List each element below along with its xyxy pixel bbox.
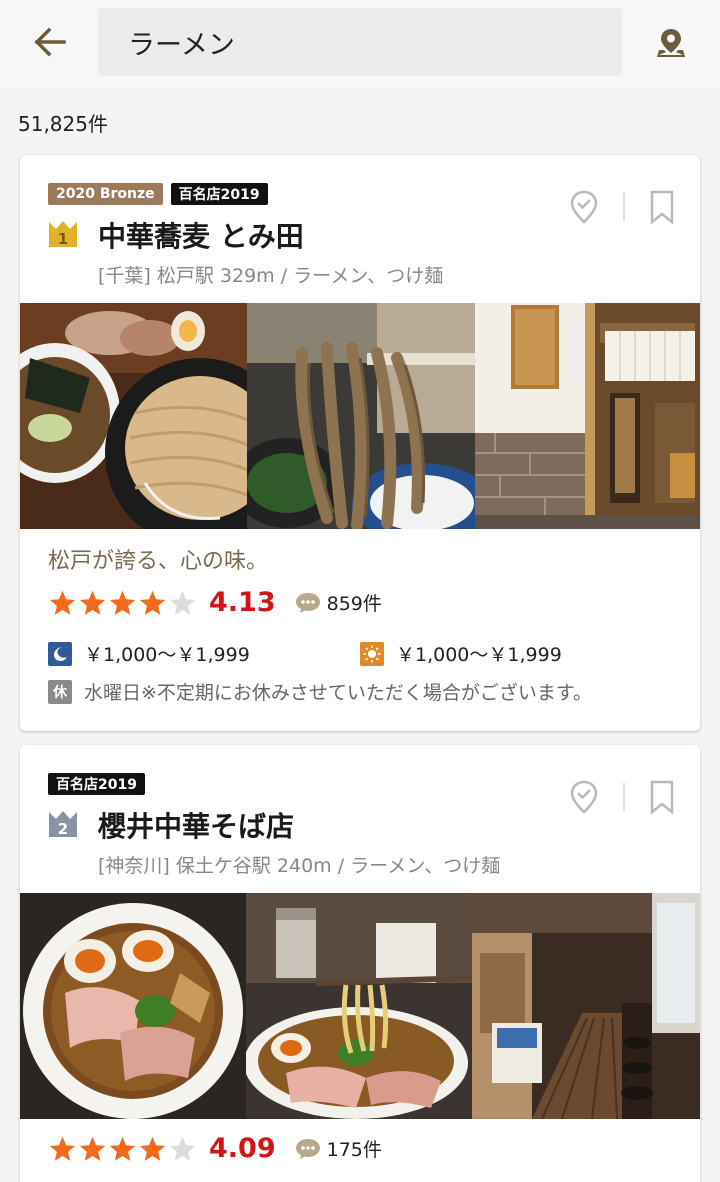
photo-noodle-lift[interactable] <box>247 303 475 529</box>
holiday-info: 休 水曜日※不定期にお休みさせていただく場合がございます。 <box>48 678 592 705</box>
bookmark-button[interactable] <box>642 777 682 817</box>
catch-copy: 松戸が誇る、心の味。 <box>48 549 269 574</box>
rank-number: 2 <box>58 820 68 838</box>
star-empty-icon <box>169 590 196 615</box>
holiday-text: 水曜日※不定期にお休みさせていただく場合がございます。 <box>84 682 593 704</box>
back-button[interactable] <box>28 22 72 62</box>
rating-row: 4.13 859件 <box>48 587 382 618</box>
photo-storefront[interactable] <box>475 303 700 529</box>
award-badge-hyakumeiten: 百名店2019 <box>170 183 268 205</box>
restaurant-card[interactable]: 百名店2019 2 櫻井中華そば店 [神奈川] 保土ケ谷駅 240m / ラーメ… <box>20 745 700 1182</box>
restaurant-card[interactable]: 2020 Bronze 百名店2019 1 中華蕎麦 とみ田 [千葉] 松戸駅 … <box>20 155 700 731</box>
holiday-icon: 休 <box>48 679 72 704</box>
top-bar: ラーメン <box>0 0 720 88</box>
action-separator <box>623 783 625 811</box>
check-pin-icon <box>570 780 598 814</box>
dinner-price-text: ￥1,000〜￥1,999 <box>84 644 250 666</box>
photo-shoyu-ramen[interactable] <box>20 893 246 1119</box>
star-full-icon <box>49 1136 76 1161</box>
check-pin-icon <box>570 190 598 224</box>
bookmark-icon <box>650 190 674 225</box>
visited-button[interactable] <box>564 187 604 227</box>
lunch-price-text: ￥1,000〜￥1,999 <box>396 644 562 666</box>
award-badges: 百名店2019 <box>48 773 145 795</box>
restaurant-area: [神奈川] 保土ケ谷駅 240m / ラーメン、つけ麺 <box>98 855 501 877</box>
moon-icon <box>48 641 72 666</box>
dinner-price: ￥1,000〜￥1,999 <box>48 640 250 667</box>
map-pin-icon <box>657 29 685 57</box>
photo-tsukemen[interactable] <box>20 303 247 529</box>
sun-icon <box>360 641 384 666</box>
review-count[interactable]: 859件 <box>294 589 382 616</box>
award-badges: 2020 Bronze 百名店2019 <box>48 183 268 205</box>
review-count-text: 859件 <box>326 593 382 615</box>
speech-bubble-icon <box>295 592 320 613</box>
award-badge-hyakumeiten: 百名店2019 <box>48 773 145 795</box>
search-query: ラーメン <box>128 29 235 61</box>
restaurant-name[interactable]: 中華蕎麦 とみ田 <box>98 215 304 255</box>
visited-button[interactable] <box>564 777 604 817</box>
rank-crown-icon: 2 <box>48 810 78 838</box>
review-count-text: 175件 <box>326 1139 382 1161</box>
star-empty-icon <box>169 1136 196 1161</box>
rating-score: 4.13 <box>209 587 276 618</box>
result-count: 51,825件 <box>18 112 108 136</box>
restaurant-area: [千葉] 松戸駅 329m / ラーメン、つけ麺 <box>98 265 444 287</box>
action-separator <box>623 193 625 221</box>
star-full-icon <box>139 590 166 615</box>
rank-crown-icon: 1 <box>48 220 78 248</box>
speech-bubble-icon <box>295 1138 320 1159</box>
restaurant-name[interactable]: 櫻井中華そば店 <box>98 805 294 845</box>
star-rating <box>48 589 197 617</box>
lunch-price: ￥1,000〜￥1,999 <box>360 640 562 667</box>
star-full-icon <box>109 590 136 615</box>
star-full-icon <box>49 590 76 615</box>
arrow-left-icon <box>34 27 66 57</box>
rating-score: 4.09 <box>209 1133 276 1164</box>
bookmark-button[interactable] <box>642 187 682 227</box>
award-badge-bronze: 2020 Bronze <box>48 183 163 205</box>
bookmark-icon <box>650 780 674 815</box>
review-count[interactable]: 175件 <box>294 1135 382 1162</box>
map-button[interactable] <box>650 22 692 64</box>
photo-strip[interactable] <box>20 893 700 1119</box>
rating-row: 4.09 175件 <box>48 1133 382 1164</box>
star-full-icon <box>79 590 106 615</box>
star-full-icon <box>139 1136 166 1161</box>
rank-number: 1 <box>58 230 68 248</box>
star-full-icon <box>109 1136 136 1161</box>
photo-ramen-lift[interactable] <box>246 893 472 1119</box>
search-input[interactable]: ラーメン <box>98 8 622 76</box>
star-full-icon <box>79 1136 106 1161</box>
photo-interior[interactable] <box>472 893 700 1119</box>
star-rating <box>48 1135 197 1163</box>
photo-strip[interactable] <box>20 303 700 529</box>
